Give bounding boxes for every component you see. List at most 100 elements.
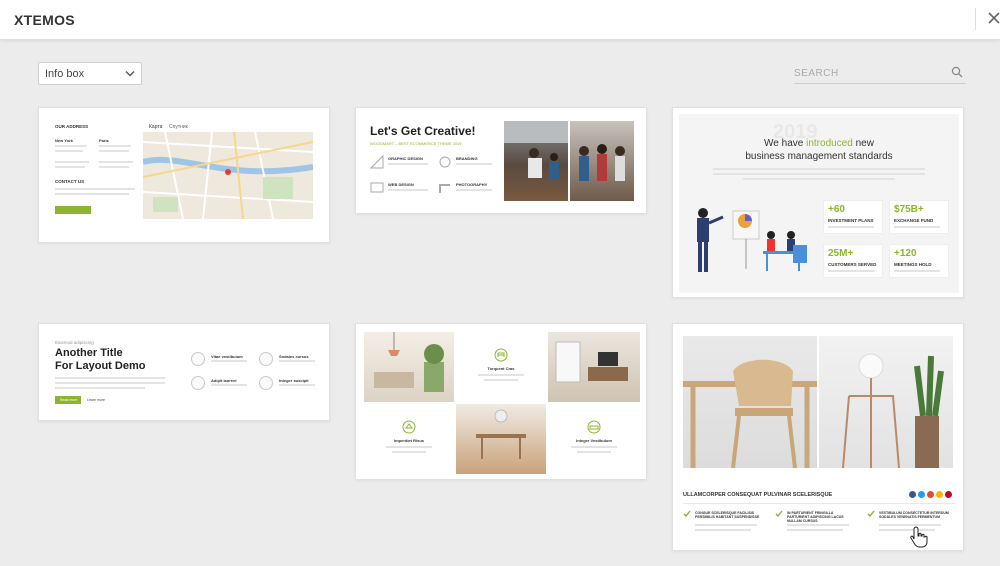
stat-label: MEETINGS HOLD [894, 262, 932, 267]
lamp-icon [402, 420, 416, 434]
interior-desc-line [386, 446, 432, 448]
email-icon [936, 491, 943, 498]
feature-icon-circle [259, 376, 273, 390]
another-feature-line [279, 384, 315, 386]
modal-header: XTEMOS [0, 0, 1000, 40]
creative-feature-line [456, 163, 492, 165]
creative-subtitle: WOODMART – BEST ECOMMERCE THEME 2019 [370, 141, 462, 146]
business-title-line-2: business management standards [745, 151, 893, 162]
stat-label: CUSTOMERS SERVED [828, 262, 877, 267]
web-design-icon [370, 182, 384, 193]
another-feature: Sodales cursus [279, 354, 309, 359]
address-line [55, 161, 89, 163]
interior-tile-1: Torquent Cras [456, 332, 546, 402]
business-title-line-1: We have introduced new [673, 138, 963, 149]
map-tab-map: Карта [149, 124, 163, 130]
another-feature: Adipit laoreet [211, 378, 237, 383]
feature-icon-circle [191, 376, 205, 390]
business-title-part: new [855, 138, 874, 149]
stat-line [828, 226, 874, 228]
chair-photo [683, 336, 817, 469]
contact-button [55, 206, 91, 214]
brand-title: XTEMOS [14, 12, 75, 28]
close-button[interactable] [982, 8, 1000, 28]
furniture-feature-line [695, 524, 757, 526]
creative-title: Let's Get Creative! [370, 124, 476, 138]
search-input[interactable] [794, 64, 944, 82]
another-feature: Integer suscipit [279, 378, 309, 383]
graphic-design-icon [370, 155, 384, 169]
chevron-down-icon [125, 71, 135, 77]
chair-icon [494, 348, 508, 362]
chair-illustration [683, 359, 817, 469]
furniture-feature-line [787, 529, 843, 531]
address-city-newyork: New York [55, 138, 73, 143]
social-icons [909, 491, 955, 499]
facebook-icon [909, 491, 916, 498]
interior-desc-line [577, 451, 611, 453]
furniture-feature: IN PARTURIENT FRINGILLA PARTURIENT ADIPI… [787, 511, 844, 523]
template-card-another-title[interactable]: Eiusmod adipiscing Another Title For Lay… [38, 323, 330, 421]
interior-photo-2 [548, 332, 640, 402]
address-line [99, 161, 133, 163]
another-feature-line [211, 384, 247, 386]
dining-illustration [476, 409, 526, 459]
hand-cursor-icon [910, 526, 928, 548]
furniture-feature-line [787, 524, 849, 526]
feature-icon-circle [191, 352, 205, 366]
lamp-illustration [842, 353, 944, 469]
map-image: Карта Спутник [143, 122, 313, 219]
another-desc-line [55, 377, 165, 379]
another-title-line-1: Another Title [55, 347, 123, 359]
check-icon [867, 510, 875, 518]
google-plus-icon [927, 491, 934, 498]
template-card-interior[interactable]: Torquent Cras Imperdiet Risus Integer Ve… [355, 323, 647, 480]
interior-label: Torquent Cras [487, 366, 515, 371]
address-line [55, 145, 87, 147]
contact-heading: CONTACT US [55, 179, 85, 184]
contact-line [55, 193, 129, 195]
business-desc-line [713, 168, 925, 170]
photography-icon [439, 184, 450, 193]
another-feature: Vitae vestibulum [211, 354, 243, 359]
stat-card: +120 MEETINGS HOLD [889, 244, 949, 278]
twitter-icon [918, 491, 925, 498]
another-button-label: Read more [60, 397, 78, 402]
close-divider [975, 8, 976, 30]
shelf-illustration [555, 341, 628, 383]
interior-photo-3 [456, 404, 546, 474]
another-feature-line [211, 360, 247, 362]
template-card-address[interactable]: OUR ADDRESS New York Paris CONTACT US Ка… [38, 107, 330, 243]
stat-card: $75B+ EXCHANGE FUND [889, 200, 949, 234]
close-icon [988, 12, 1000, 24]
address-heading: OUR ADDRESS [55, 124, 89, 129]
template-card-business[interactable]: 2019 We have introduced new business man… [672, 107, 964, 298]
furniture-heading: ULLAMCORPER CONSEQUAT PULVINAR SCELERISQ… [683, 492, 833, 498]
creative-feature: GRAPHIC DESIGN [388, 156, 423, 161]
another-link: Learn more [87, 398, 105, 402]
interior-photo-1 [364, 332, 454, 402]
interior-desc-line [478, 374, 524, 376]
office-photo-1 [504, 121, 568, 201]
furniture-feature-line [695, 529, 751, 531]
search-icon[interactable] [951, 66, 963, 78]
stat-card: +60 INVESTMENT PLANS [823, 200, 883, 234]
stat-line [828, 270, 874, 272]
stat-value: 25M+ [828, 248, 854, 259]
creative-feature: BRANDING [456, 156, 478, 161]
stat-label: EXCHANGE FUND [894, 218, 934, 223]
people-illustration [504, 121, 568, 179]
interior-tile-3: Integer Vestibulum [548, 404, 640, 474]
creative-feature-line [456, 189, 492, 191]
another-desc-line [55, 382, 165, 384]
template-library-modal: XTEMOS Info box OUR ADDRESS New York Par… [0, 0, 1000, 566]
creative-feature-line [388, 163, 428, 165]
category-select-value: Info box [45, 68, 85, 80]
category-select[interactable]: Info box [38, 62, 142, 85]
template-card-furniture[interactable]: ULLAMCORPER CONSEQUAT PULVINAR SCELERISQ… [672, 323, 964, 551]
living-room-illustration [374, 332, 444, 392]
template-card-creative[interactable]: Let's Get Creative! WOODMART – BEST ECOM… [355, 107, 647, 214]
another-title-line-2: For Layout Demo [55, 360, 146, 372]
map-tab-satellite: Спутник [169, 124, 188, 130]
search-box [794, 62, 966, 84]
